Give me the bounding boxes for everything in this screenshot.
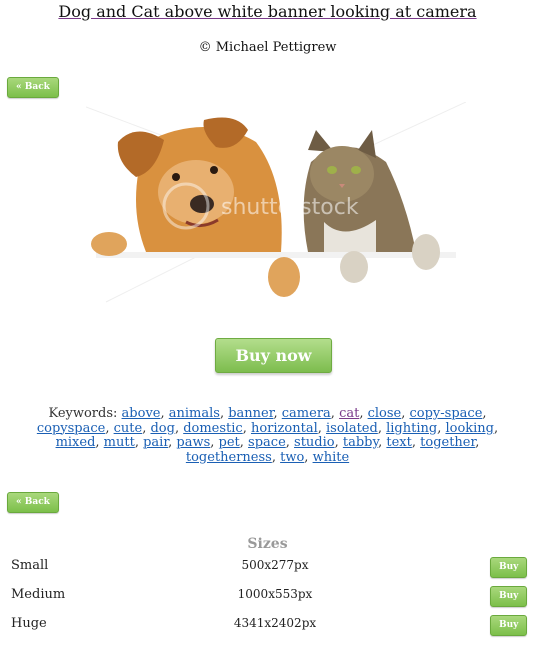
keyword-link[interactable]: studio [294, 435, 335, 450]
keyword-link[interactable]: camera [282, 406, 331, 421]
cat-paw-right [412, 234, 440, 270]
keyword-link[interactable]: horizontal [251, 421, 318, 436]
dog-paw-left [91, 232, 127, 256]
keyword-link[interactable]: two [280, 450, 304, 465]
keyword-link[interactable]: togetherness [186, 450, 272, 465]
dog-nose [190, 195, 214, 213]
keyword-link[interactable]: pet [219, 435, 240, 450]
keyword-link[interactable]: banner [228, 406, 273, 421]
watermark-text: shutterstock [221, 195, 359, 220]
keyword-link[interactable]: domestic [183, 421, 243, 436]
keyword-link[interactable]: mixed [56, 435, 96, 450]
keyword-link[interactable]: pair [143, 435, 168, 450]
keyword-link[interactable]: close [368, 406, 402, 421]
dog-paw-right [268, 257, 300, 297]
sizes-heading: Sizes [247, 536, 288, 552]
size-row-medium: Medium 1000x553px Buy [0, 586, 535, 609]
keyword-link[interactable]: white [313, 450, 350, 465]
keyword-link[interactable]: mutt [104, 435, 135, 450]
keyword-link[interactable]: looking [445, 421, 494, 436]
keyword-link[interactable]: cute [114, 421, 143, 436]
keyword-link[interactable]: animals [169, 406, 220, 421]
page-title: Dog and Cat above white banner looking a… [58, 2, 477, 21]
keyword-link[interactable]: dog [150, 421, 174, 436]
cat-paw-left [340, 251, 368, 283]
keyword-link[interactable]: text [386, 435, 411, 450]
size-dimensions: 4341x2402px [233, 616, 317, 630]
photo-credit: © Michael Pettigrew [198, 40, 337, 55]
buy-now-button[interactable]: Buy now [215, 338, 332, 373]
keyword-link[interactable]: copy-space [410, 406, 483, 421]
dog-and-cat-image: shutterstock [85, 101, 467, 303]
keyword-link[interactable]: space [248, 435, 286, 450]
size-row-small: Small 500x277px Buy [0, 557, 535, 580]
keyword-link[interactable]: isolated [326, 421, 378, 436]
stock-photo: shutterstock [85, 101, 467, 312]
keyword-link[interactable]: paws [176, 435, 210, 450]
back-button-bottom[interactable]: « Back [7, 492, 59, 513]
back-button-top[interactable]: « Back [7, 77, 59, 98]
buy-medium-button[interactable]: Buy [490, 586, 528, 607]
size-dimensions: 1000x553px [237, 587, 313, 601]
size-row-huge: Huge 4341x2402px Buy [0, 615, 535, 638]
keywords-section: Keywords: above, animals, banner, camera… [36, 406, 499, 465]
keyword-link[interactable]: together [420, 435, 475, 450]
keyword-link[interactable]: above [122, 406, 161, 421]
keyword-link[interactable]: lighting [386, 421, 437, 436]
keyword-link[interactable]: copyspace [37, 421, 106, 436]
keyword-link[interactable]: tabby [343, 435, 378, 450]
buy-small-button[interactable]: Buy [490, 557, 528, 578]
size-dimensions: 500x277px [241, 558, 309, 572]
keyword-link[interactable]: cat [339, 406, 359, 421]
buy-huge-button[interactable]: Buy [490, 615, 528, 636]
keywords-label: Keywords: [48, 406, 118, 421]
